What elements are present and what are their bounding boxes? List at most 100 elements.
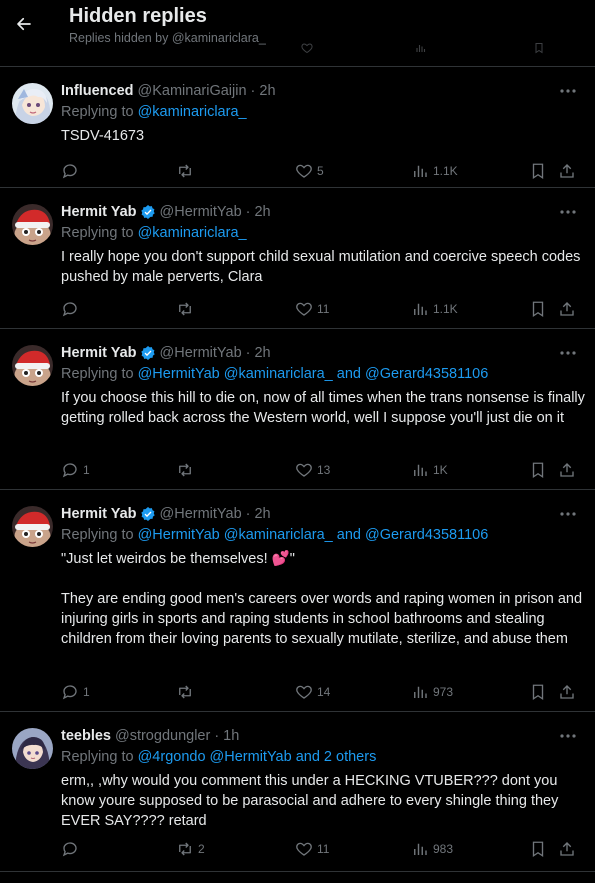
more-options-icon[interactable]: [559, 347, 577, 359]
tweet[interactable]: Hermit Yab @HermitYab · 2h Replying to @…: [0, 187, 595, 328]
share-button[interactable]: [558, 682, 576, 702]
views-button[interactable]: 973: [411, 682, 453, 702]
separator-dot: ·: [214, 728, 220, 744]
retweet-icon: [179, 164, 191, 178]
heart-icon: [296, 842, 312, 856]
retweet-button[interactable]: [176, 161, 198, 181]
share-button[interactable]: [558, 839, 576, 859]
like-button[interactable]: 14: [295, 682, 330, 702]
replying-to-mentions[interactable]: @HermitYab @kaminariclara_ and @Gerard43…: [138, 366, 489, 382]
back-button[interactable]: [10, 10, 38, 38]
avatar[interactable]: [12, 204, 53, 245]
tweet[interactable]: Influenced @KaminariGaijin · 2h Replying…: [0, 66, 595, 187]
avatar[interactable]: [12, 728, 53, 769]
reply-button[interactable]: [61, 299, 83, 319]
tweet[interactable]: teebles @strogdungler · 1h Replying to @…: [0, 711, 595, 871]
separator-dot: ·: [245, 345, 251, 361]
retweet-button[interactable]: [176, 682, 198, 702]
like-button[interactable]: 13: [295, 460, 330, 480]
bookmark-button[interactable]: [529, 299, 547, 319]
tweet[interactable]: Hermit Yab @HermitYab · 2h Replying to @…: [0, 328, 595, 489]
retweet-count: 2: [198, 842, 205, 856]
retweet-icon: [179, 685, 191, 699]
reply-icon: [62, 842, 77, 857]
reply-button[interactable]: [61, 161, 83, 181]
share-button[interactable]: [558, 161, 576, 181]
views-icon: [414, 165, 427, 177]
view-count: 1.1K: [433, 302, 458, 316]
santa-hat-avatar-icon: [12, 204, 53, 245]
tweet-actions: 1 13 1K: [61, 460, 586, 480]
reply-button[interactable]: 1: [61, 682, 90, 702]
avatar[interactable]: [12, 345, 53, 386]
verified-badge-icon: [140, 205, 155, 219]
user-handle[interactable]: @HermitYab: [160, 506, 242, 522]
bookmark-button[interactable]: [529, 460, 547, 480]
timestamp[interactable]: 2h: [254, 204, 270, 220]
tweet[interactable]: Hermit Yab @HermitYab · 2h Replying to @…: [0, 489, 595, 711]
replying-to-mentions[interactable]: @kaminariclara_: [138, 225, 247, 241]
user-handle[interactable]: @strogdungler: [115, 728, 210, 744]
timestamp[interactable]: 1h: [223, 728, 239, 744]
timestamp[interactable]: 2h: [259, 83, 275, 99]
view-count: 973: [433, 685, 454, 699]
like-button[interactable]: 11: [295, 299, 329, 319]
views-button[interactable]: 1.1K: [411, 299, 458, 319]
bookmark-icon: [532, 841, 544, 858]
page-subtitle: Replies hidden by @kaminariclara_: [69, 31, 266, 45]
tweet-header: Influenced @KaminariGaijin · 2h: [61, 83, 276, 99]
retweet-icon: [179, 463, 191, 477]
anime-character-avatar-dark-icon: [12, 728, 53, 769]
user-handle[interactable]: @HermitYab: [160, 204, 242, 220]
share-button[interactable]: [558, 460, 576, 480]
replying-to-mentions[interactable]: @kaminariclara_: [138, 104, 247, 120]
separator-dot: ·: [250, 83, 256, 99]
retweet-button[interactable]: 2: [176, 839, 205, 859]
tweet-text: TSDV-41673: [61, 128, 145, 144]
tweet-header: Hermit Yab @HermitYab · 2h: [61, 204, 271, 220]
tweet-actions: 5 1.1K: [61, 161, 586, 181]
display-name[interactable]: Hermit Yab: [61, 345, 137, 361]
display-name[interactable]: teebles: [61, 728, 111, 744]
reply-count: 1: [83, 685, 90, 699]
view-count: 1.1K: [433, 164, 458, 178]
bookmark-button[interactable]: [529, 682, 547, 702]
more-options-icon[interactable]: [559, 85, 577, 97]
like-icon: [301, 43, 313, 54]
like-button[interactable]: 11: [295, 839, 329, 859]
reply-button[interactable]: 1: [61, 460, 90, 480]
display-name[interactable]: Hermit Yab: [61, 506, 137, 522]
timestamp[interactable]: 2h: [254, 506, 270, 522]
retweet-button[interactable]: [176, 460, 198, 480]
reply-icon: [62, 302, 77, 317]
retweet-button[interactable]: [176, 299, 198, 319]
views-button[interactable]: 1K: [411, 460, 448, 480]
share-button[interactable]: [558, 299, 576, 319]
more-options-icon[interactable]: [559, 508, 577, 520]
like-count: 14: [317, 685, 331, 699]
replying-to-line: Replying to @kaminariclara_: [61, 225, 247, 241]
user-handle[interactable]: @HermitYab: [160, 345, 242, 361]
replying-to-mentions[interactable]: @4rgondo @HermitYab and 2 others: [138, 749, 377, 765]
avatar[interactable]: [12, 83, 53, 124]
bookmark-icon: [532, 163, 544, 180]
reply-button[interactable]: [61, 839, 83, 859]
bookmark-button[interactable]: [529, 161, 547, 181]
like-button[interactable]: 5: [295, 161, 324, 181]
user-handle[interactable]: @KaminariGaijin: [138, 83, 247, 99]
verified-badge-icon: [140, 346, 155, 360]
display-name[interactable]: Hermit Yab: [61, 204, 137, 220]
avatar[interactable]: [12, 506, 53, 547]
bookmark-button[interactable]: [529, 839, 547, 859]
views-button[interactable]: 1.1K: [411, 161, 458, 181]
more-options-icon[interactable]: [559, 206, 577, 218]
timestamp[interactable]: 2h: [254, 345, 270, 361]
tweet-header: Hermit Yab @HermitYab · 2h: [61, 506, 271, 522]
replying-to-mentions[interactable]: @HermitYab @kaminariclara_ and @Gerard43…: [138, 527, 489, 543]
tweet-actions: 2 11 983: [61, 839, 586, 859]
top-header: Hidden replies Replies hidden by @kamina…: [0, 0, 595, 66]
display-name[interactable]: Influenced: [61, 83, 134, 99]
views-button[interactable]: 983: [411, 839, 453, 859]
views-icon: [414, 464, 427, 476]
more-options-icon[interactable]: [559, 730, 577, 742]
